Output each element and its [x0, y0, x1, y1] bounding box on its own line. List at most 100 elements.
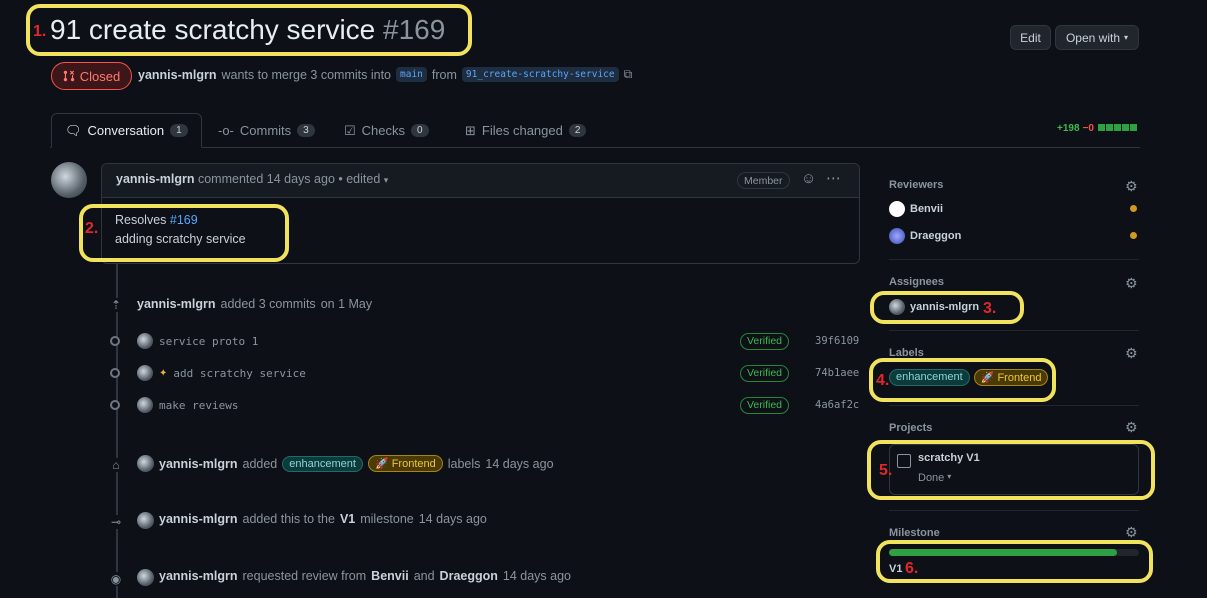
pending-review-dot	[1130, 205, 1137, 212]
reviewer-item[interactable]: Benvii	[889, 201, 943, 217]
sidebar-divider	[889, 510, 1139, 511]
avatar[interactable]	[137, 333, 153, 349]
merge-text: wants to merge 3 commits into	[221, 67, 392, 82]
copy-icon[interactable]: ⧉	[624, 67, 633, 82]
commit-row[interactable]: make reviews Verified 4a6af2c	[137, 396, 860, 414]
edit-button[interactable]: Edit	[1010, 25, 1051, 50]
commit-message[interactable]: service proto 1	[159, 335, 258, 348]
annotation-box-4	[869, 358, 1056, 402]
rocket-icon: 🚀	[374, 458, 392, 470]
status-badge: Closed	[51, 62, 132, 90]
commit-message[interactable]: make reviews	[159, 399, 238, 412]
reviewers-heading[interactable]: Reviewers	[889, 179, 943, 191]
commit-dot	[110, 400, 120, 410]
kebab-menu-icon[interactable]: ⋯	[826, 169, 841, 187]
tag-icon: ⌂	[109, 458, 123, 472]
event-time[interactable]: 14 days ago	[419, 512, 487, 526]
head-branch[interactable]: 91_create-scratchy-service	[461, 67, 619, 82]
label-frontend[interactable]: 🚀 Frontend	[367, 455, 443, 472]
open-with-label: Open with	[1065, 30, 1120, 45]
commit-dot	[110, 368, 120, 378]
verified-badge[interactable]: Verified	[740, 332, 790, 350]
projects-heading[interactable]: Projects	[889, 422, 932, 434]
commit-message[interactable]: add scratchy service	[173, 367, 305, 380]
annotation-number: 3.	[983, 300, 997, 317]
gear-icon[interactable]: ⚙	[1125, 524, 1138, 541]
commit-sha[interactable]: 4a6af2c	[815, 399, 859, 411]
annotation-number: 4.	[876, 372, 890, 389]
edited-menu[interactable]: • edited	[338, 172, 380, 186]
file-diff-icon: ⊞	[465, 122, 476, 138]
pr-closed-icon	[63, 70, 75, 82]
tab-checks[interactable]: ☑ Checks 0	[331, 113, 442, 148]
commit-dot	[110, 336, 120, 346]
reviewer-item[interactable]: Draeggon	[889, 228, 961, 244]
label-enhancement[interactable]: enhancement	[282, 455, 363, 472]
verified-badge[interactable]: Verified	[740, 396, 790, 414]
chevron-down-icon[interactable]: ▾	[384, 175, 389, 185]
gear-icon[interactable]: ⚙	[1125, 178, 1138, 195]
commit-row[interactable]: service proto 1 Verified 39f6109	[137, 332, 860, 350]
additions-count: +198	[1057, 123, 1080, 134]
tab-count: 3	[297, 124, 315, 137]
tab-count: 1	[170, 124, 188, 137]
annotation-box-5	[867, 440, 1155, 500]
event-time[interactable]: 14 days ago	[503, 569, 571, 583]
base-branch[interactable]: main	[396, 67, 427, 82]
tab-count: 2	[568, 124, 587, 137]
milestone-link[interactable]: V1	[340, 512, 355, 526]
verified-badge[interactable]: Verified	[740, 364, 790, 382]
reviewer-name[interactable]: Benvii	[910, 203, 943, 215]
tab-label: Conversation	[87, 123, 165, 138]
sparkle-icon: ✦	[159, 367, 168, 379]
status-label: Closed	[79, 68, 121, 84]
role-badge: Member	[737, 172, 790, 189]
comment-author[interactable]: yannis-mlgrn	[116, 172, 195, 186]
avatar[interactable]	[137, 455, 154, 472]
conversation-icon: 🗨	[65, 122, 82, 138]
reviewer-name[interactable]: Draeggon	[910, 230, 961, 242]
gear-icon[interactable]: ⚙	[1125, 275, 1138, 292]
commit-row[interactable]: ✦ add scratchy service Verified 74b1aee	[137, 364, 860, 382]
comment-time[interactable]: 14 days ago	[267, 172, 335, 186]
event-text: added this to the	[242, 512, 335, 526]
event-text: and	[413, 569, 435, 583]
event-author[interactable]: yannis-mlgrn	[159, 512, 238, 526]
commit-icon: -o-	[218, 123, 234, 138]
event-author[interactable]: yannis-mlgrn	[159, 457, 238, 471]
event-author[interactable]: yannis-mlgrn	[159, 569, 238, 583]
event-text: added 3 commits	[220, 297, 316, 311]
milestone-heading[interactable]: Milestone	[889, 527, 940, 539]
avatar[interactable]	[51, 162, 87, 198]
tab-files-changed[interactable]: ⊞ Files changed 2	[452, 113, 599, 148]
avatar[interactable]	[137, 397, 153, 413]
reviewer-link[interactable]: Benvii	[371, 569, 409, 583]
commit-sha[interactable]: 39f6109	[815, 335, 859, 347]
comment-action: commented	[197, 172, 264, 186]
diffstat: +198 −0	[1057, 123, 1137, 134]
annotation-number: 1.	[33, 23, 47, 40]
author-link[interactable]: yannis-mlgrn	[138, 68, 217, 82]
sidebar-divider	[889, 330, 1139, 331]
event-text: milestone	[360, 512, 414, 526]
gear-icon[interactable]: ⚙	[1125, 345, 1138, 362]
avatar[interactable]	[889, 201, 905, 217]
avatar[interactable]	[889, 228, 905, 244]
assignees-heading[interactable]: Assignees	[889, 276, 944, 288]
checklist-icon: ☑	[344, 122, 356, 138]
avatar[interactable]	[137, 512, 154, 529]
reviewer-link[interactable]: Draeggon	[440, 569, 498, 583]
event-time[interactable]: 14 days ago	[485, 457, 553, 471]
avatar[interactable]	[137, 569, 154, 586]
event-author[interactable]: yannis-mlgrn	[137, 297, 216, 311]
avatar[interactable]	[137, 365, 153, 381]
commit-sha[interactable]: 74b1aee	[815, 367, 859, 379]
tab-commits[interactable]: -o- Commits 3	[205, 113, 328, 148]
labels-added-event: yannis-mlgrn added enhancement 🚀 Fronten…	[159, 455, 554, 472]
gear-icon[interactable]: ⚙	[1125, 419, 1138, 436]
tab-conversation[interactable]: 🗨 Conversation 1	[51, 113, 202, 148]
open-with-button[interactable]: Open with ▾	[1055, 25, 1139, 50]
emoji-reaction-icon[interactable]: ☺	[801, 170, 816, 187]
tab-label: Files changed	[481, 123, 563, 138]
annotation-box-1	[26, 4, 472, 56]
